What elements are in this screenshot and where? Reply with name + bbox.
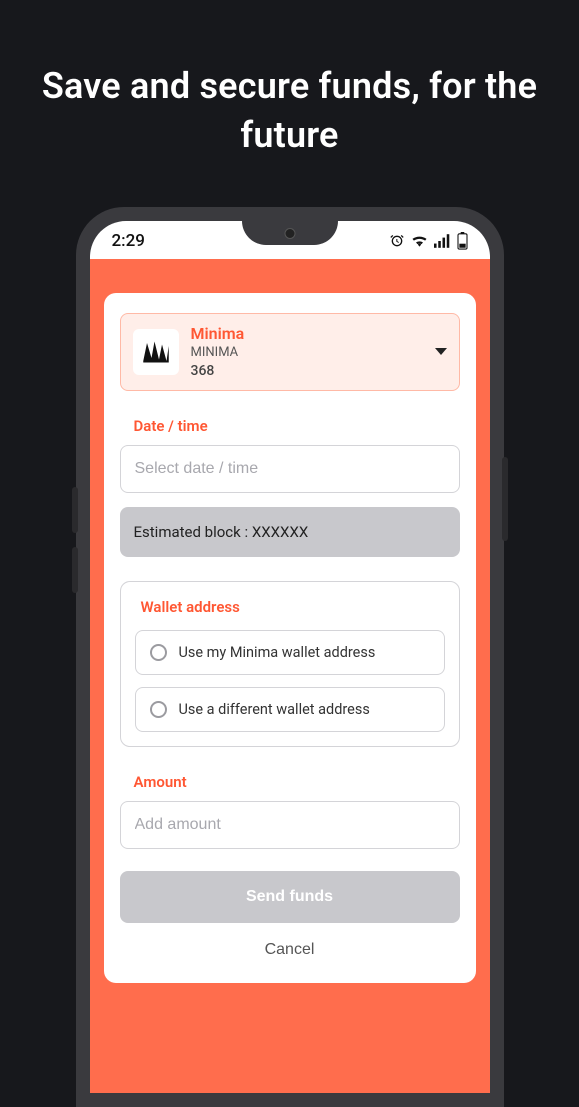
radio-icon	[150, 701, 167, 718]
phone-power-button	[502, 457, 508, 541]
status-time: 2:29	[112, 231, 145, 251]
app-background: Minima MINIMA 368 Date / time Estimated …	[90, 259, 490, 1093]
phone-volume-down	[72, 547, 78, 593]
minima-logo-icon	[133, 329, 179, 375]
radio-icon	[150, 644, 167, 661]
status-icons	[389, 232, 468, 250]
wallet-option-label: Use my Minima wallet address	[179, 644, 376, 661]
signal-icon	[434, 234, 451, 248]
cancel-button[interactable]: Cancel	[120, 923, 460, 963]
wallet-option-own[interactable]: Use my Minima wallet address	[135, 630, 445, 675]
page-headline: Save and secure funds, for the future	[0, 0, 579, 159]
token-symbol: MINIMA	[191, 345, 423, 362]
date-time-input[interactable]	[120, 445, 460, 493]
alarm-icon	[389, 233, 405, 249]
token-info: Minima MINIMA 368	[191, 324, 423, 380]
chevron-down-icon	[435, 348, 447, 355]
phone-frame: 2:29	[76, 207, 504, 1107]
wallet-option-other[interactable]: Use a different wallet address	[135, 687, 445, 732]
wallet-address-section: Wallet address Use my Minima wallet addr…	[120, 581, 460, 747]
wallet-label: Wallet address	[141, 598, 445, 616]
wifi-icon	[411, 234, 428, 248]
amount-label: Amount	[134, 773, 460, 791]
battery-icon	[457, 232, 468, 250]
token-balance: 368	[191, 362, 423, 380]
phone-volume-up	[72, 487, 78, 533]
phone-screen: 2:29	[90, 221, 490, 1093]
amount-input[interactable]	[120, 801, 460, 849]
send-funds-button[interactable]: Send funds	[120, 871, 460, 923]
estimated-block-display: Estimated block : XXXXXX	[120, 507, 460, 557]
token-selector[interactable]: Minima MINIMA 368	[120, 313, 460, 391]
wallet-option-label: Use a different wallet address	[179, 701, 370, 718]
date-label: Date / time	[134, 417, 460, 435]
phone-notch	[242, 221, 338, 245]
form-card: Minima MINIMA 368 Date / time Estimated …	[104, 293, 476, 983]
token-name: Minima	[191, 324, 423, 345]
